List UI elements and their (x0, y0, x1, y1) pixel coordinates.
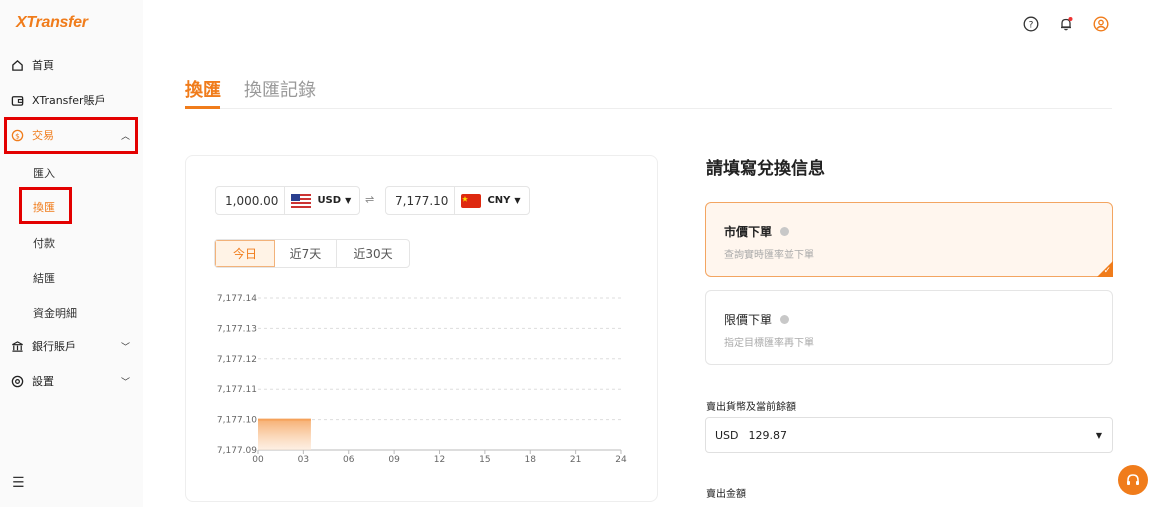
sidebar-item-label: XTransfer賬戶 (32, 94, 106, 107)
sell-amount-label: 賣出金額 (706, 489, 746, 500)
sidebar-subitem-payment[interactable]: 付款 (33, 235, 55, 251)
market-order-desc: 查詢實時匯率並下單 (724, 250, 814, 261)
chevron-down-icon: ﹀ (120, 342, 130, 353)
y-tick-label: 7,177.12 (217, 355, 257, 365)
help-icon[interactable]: ? (1022, 15, 1040, 33)
sidebar-subitem-inbound[interactable]: 匯入 (33, 165, 55, 181)
highlight-box-trade (4, 117, 138, 154)
sidebar-item-label: 首頁 (32, 59, 54, 72)
sell-currency-label: 賣出貨幣及當前餘額 (706, 402, 796, 413)
market-order-option[interactable]: 市價下單 查詢實時匯率並下單 ✓ (705, 202, 1113, 277)
customer-support-button[interactable] (1118, 465, 1148, 495)
sell-currency-code: USD (317, 195, 342, 206)
caret-down-icon: ▼ (345, 196, 352, 205)
user-icon[interactable] (1092, 15, 1110, 33)
sidebar-item-label: 設置 (32, 375, 54, 388)
menu-collapse-icon[interactable]: ☰ (12, 475, 25, 491)
order-form-title: 請填寫兌換信息 (706, 159, 825, 179)
x-tick-label: 21 (570, 455, 581, 465)
market-order-title: 市價下單 (724, 223, 790, 240)
sell-currency-balance-select[interactable]: USD 129.87 ▼ (705, 417, 1113, 453)
y-tick-label: 7,177.10 (217, 416, 257, 426)
sidebar-item-home[interactable]: 首頁 (10, 52, 138, 78)
cn-flag-icon (461, 193, 482, 208)
sidebar-item-label: 銀行賬戶 (32, 340, 76, 353)
svg-text:?: ? (1029, 21, 1034, 31)
limit-order-option[interactable]: 限價下單 指定目標匯率再下單 (705, 290, 1113, 365)
sidebar-subitem-fund-details[interactable]: 資金明細 (33, 305, 77, 321)
x-tick-label: 18 (525, 455, 537, 465)
buy-currency-select[interactable]: CNY ▼ (455, 193, 528, 208)
limit-order-desc: 指定目標匯率再下單 (724, 338, 814, 349)
rate-chart: 7,177.14 7,177.13 7,177.12 7,177.11 7,177.10… (217, 294, 627, 465)
time-range-tabs: 今日 近7天 近30天 (214, 239, 410, 268)
x-tick-label: 03 (298, 455, 309, 465)
buy-currency-code: CNY (487, 195, 511, 206)
x-tick-label: 00 (252, 455, 264, 465)
x-tick-label: 12 (434, 455, 445, 465)
sidebar-item-settings[interactable]: 設置 ﹀ (10, 368, 138, 394)
y-tick-label: 7,177.13 (217, 324, 257, 334)
swap-icon[interactable]: ⇌ (365, 193, 374, 206)
market-order-label: 市價下單 (724, 225, 773, 239)
home-icon (10, 58, 24, 72)
info-icon[interactable] (780, 315, 790, 324)
caret-down-icon: ▼ (1095, 431, 1102, 440)
sidebar-item-xtransfer-account[interactable]: XTransfer賬戶 (10, 87, 138, 113)
range-tab-today[interactable]: 今日 (215, 240, 275, 267)
sidebar-subitem-settlement[interactable]: 結匯 (33, 270, 55, 286)
tab-divider (185, 108, 1112, 109)
y-tick-label: 7,177.14 (217, 294, 257, 304)
caret-down-icon: ▼ (514, 196, 521, 205)
info-icon[interactable] (780, 227, 790, 236)
x-tick-label: 06 (343, 455, 355, 465)
range-tab-7d[interactable]: 近7天 (275, 240, 337, 267)
tab-exchange[interactable]: 換匯 (185, 76, 221, 102)
check-icon: ✓ (1103, 266, 1111, 276)
limit-order-title: 限價下單 (724, 311, 790, 328)
y-tick-label: 7,177.11 (217, 385, 257, 395)
bell-icon[interactable] (1057, 15, 1075, 33)
y-tick-label: 7,177.09 (217, 446, 257, 456)
active-tab-indicator (185, 106, 220, 109)
limit-order-label: 限價下單 (724, 313, 773, 327)
buy-amount-input[interactable]: 7,177.10 (386, 187, 456, 214)
currency-balance: 129.87 (748, 428, 788, 442)
x-tick-label: 15 (479, 455, 490, 465)
x-tick-label: 09 (388, 455, 400, 465)
sell-amount-group: 1,000.00 USD ▼ (215, 186, 361, 215)
settings-icon (10, 374, 24, 388)
selected-currency: USD (715, 428, 739, 442)
highlight-box-exchange (19, 187, 72, 224)
xtransfer-logo[interactable]: XTransfer (16, 14, 88, 32)
tab-exchange-records[interactable]: 換匯記錄 (244, 76, 316, 102)
wallet-icon (10, 93, 24, 107)
range-tab-30d[interactable]: 近30天 (337, 240, 409, 267)
x-tick-label: 24 (615, 455, 627, 465)
sell-currency-select[interactable]: USD ▼ (285, 193, 359, 208)
bank-icon (10, 339, 24, 353)
buy-amount-group: 7,177.10 CNY ▼ (385, 186, 530, 215)
us-flag-icon (291, 193, 312, 208)
rate-area (258, 419, 311, 450)
headset-icon (1127, 474, 1139, 485)
chevron-down-icon: ﹀ (120, 377, 130, 388)
sidebar: XTransfer 首頁 XTransfer賬戶 $ 交易 ︿ 匯入 換匯 付款… (0, 0, 143, 507)
sell-amount-input[interactable]: 1,000.00 (216, 187, 286, 214)
sidebar-item-bank-account[interactable]: 銀行賬戶 ﹀ (10, 333, 138, 359)
